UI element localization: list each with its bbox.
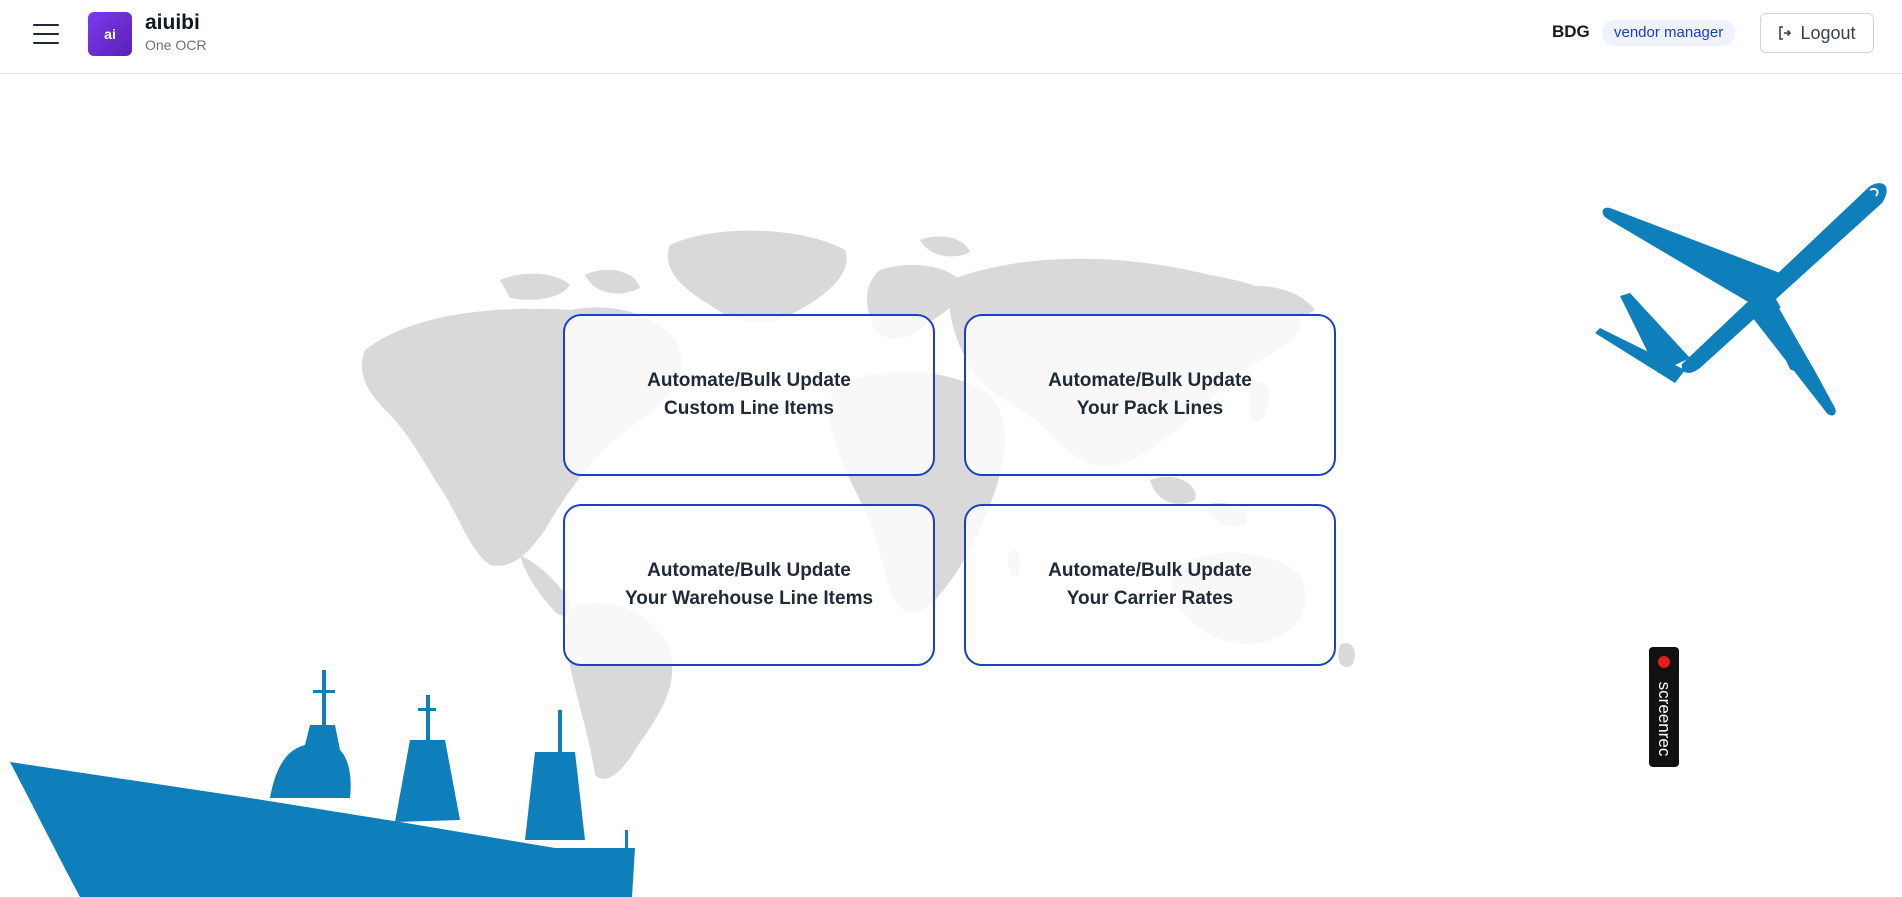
logout-button[interactable]: Logout: [1760, 13, 1874, 53]
airplane-illustration: [1595, 183, 1887, 416]
card-title-line1: Automate/Bulk Update: [647, 370, 851, 391]
hamburger-menu-icon[interactable]: [33, 22, 61, 48]
card-custom-line-items[interactable]: Automate/Bulk Update Custom Line Items: [563, 314, 935, 476]
brand-subtitle: One OCR: [145, 37, 207, 53]
record-dot-icon: [1658, 656, 1670, 668]
card-title-line2: Your Warehouse Line Items: [624, 588, 874, 609]
card-title-line1: Automate/Bulk Update: [1048, 560, 1252, 581]
brand-name: aiuibi: [145, 11, 200, 34]
role-badge: vendor manager: [1602, 20, 1736, 46]
card-title-line2: Your Pack Lines: [1076, 398, 1224, 419]
card-title-line2: Your Carrier Rates: [1066, 588, 1234, 609]
screenrec-label: screenrec: [1655, 681, 1674, 757]
screenrec-widget[interactable]: screenrec: [1649, 647, 1679, 767]
card-pack-lines[interactable]: Automate/Bulk Update Your Pack Lines: [964, 314, 1336, 476]
card-title-line1: Automate/Bulk Update: [1048, 370, 1252, 391]
app-logo: ai: [88, 12, 132, 56]
org-code: BDG: [1552, 22, 1590, 41]
card-carrier-rates[interactable]: Automate/Bulk Update Your Carrier Rates: [964, 504, 1336, 666]
logout-label: Logout: [1800, 22, 1856, 43]
card-title-line1: Automate/Bulk Update: [647, 560, 851, 581]
logout-icon: [1779, 26, 1792, 40]
card-title-line2: Custom Line Items: [664, 398, 834, 419]
cargo-ship-illustration: [10, 670, 635, 897]
card-warehouse-line-items[interactable]: Automate/Bulk Update Your Warehouse Line…: [563, 504, 935, 666]
top-navigation-bar: ai aiuibi One OCR BDG vendor manager Log…: [0, 0, 1902, 74]
